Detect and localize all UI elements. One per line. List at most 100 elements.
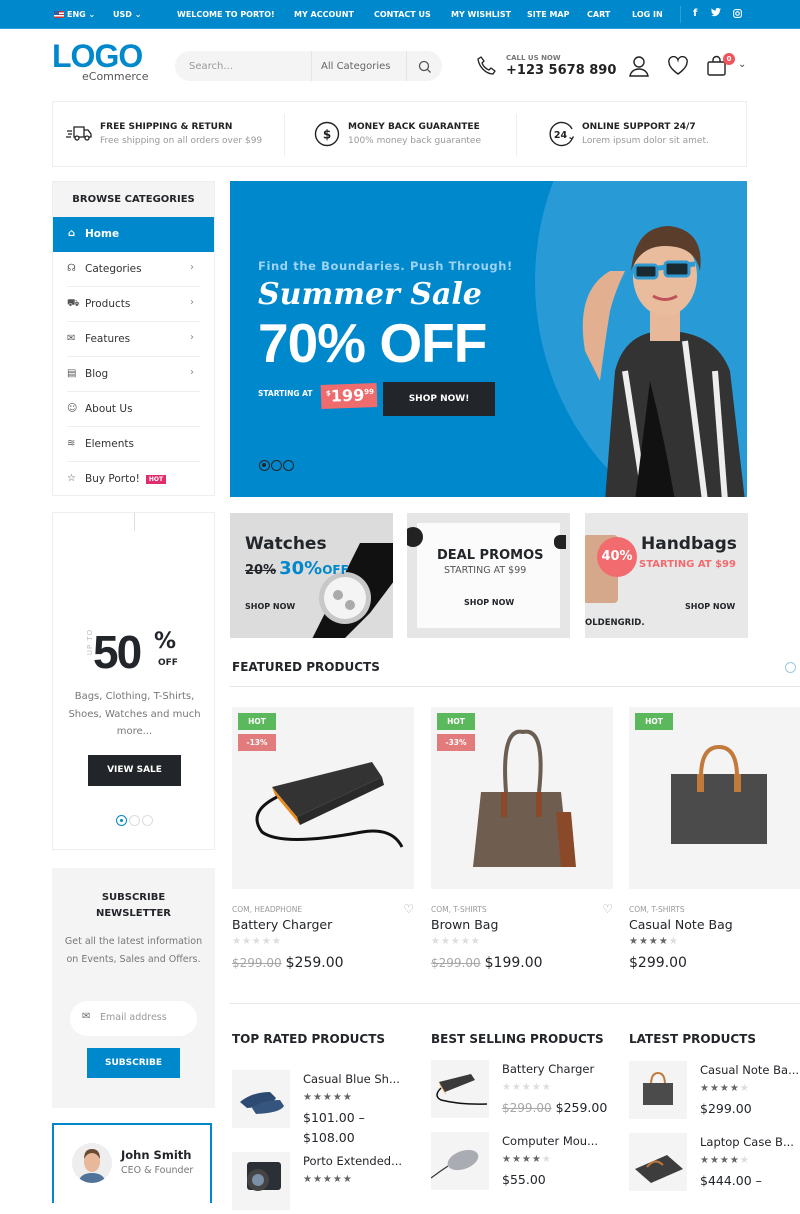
product-card[interactable]: HOT -13% COM, HEADPHONE ♡ Battery Charge… <box>232 707 414 971</box>
shop-now-button[interactable]: SHOP NOW! <box>383 382 495 416</box>
list-item[interactable]: Battery Charger ★★★★★ $299.00 $259.00 <box>431 1060 611 1122</box>
category-item-elements[interactable]: ≋ Elements <box>67 427 200 462</box>
product-name[interactable]: Casual Note Bag <box>629 917 733 932</box>
categories-title: BROWSE CATEGORIES <box>53 182 214 217</box>
search-category-select[interactable]: All Categories <box>311 51 407 81</box>
slider-dot-2[interactable] <box>271 460 282 471</box>
list-item[interactable]: Casual Blue Sh... ★★★★★ $101.00 – $108.0… <box>232 1070 412 1145</box>
email-field[interactable]: ✉ Email address <box>70 1001 197 1036</box>
language-selector[interactable]: ENG ⌄ <box>54 10 95 19</box>
slider-dot-1[interactable] <box>259 460 270 471</box>
product-thumb[interactable] <box>629 1133 687 1191</box>
currency-selector[interactable]: USD ⌄ <box>113 10 141 19</box>
hot-label: HOT <box>635 713 673 730</box>
product-card[interactable]: HOT -33% COM, T-SHIRTS ♡ Brown Bag ★★★★★… <box>431 707 613 971</box>
promo-divider <box>134 513 135 531</box>
product-rating: ★★★★★ <box>303 1174 353 1185</box>
newsletter-title: SUBSCRIBE NEWSLETTER <box>95 892 172 919</box>
promo-description: Bags, Clothing, T-Shirts, Shoes, Watches… <box>68 691 201 737</box>
product-card[interactable]: HOT COM, T-SHIRTS ♡ Casual Note Bag ★★★★… <box>629 707 800 971</box>
category-item-blog[interactable]: ▤ Blog › <box>67 357 200 392</box>
product-category[interactable]: COM, T-SHIRTS <box>629 905 685 914</box>
view-sale-button[interactable]: VIEW SALE <box>88 755 181 786</box>
banner-shop-now[interactable]: SHOP NOW <box>685 602 735 611</box>
welcome-text: WELCOME TO PORTO! <box>177 10 275 19</box>
twitter-icon[interactable] <box>711 7 721 19</box>
logo-sub: eCommerce <box>82 70 149 83</box>
product-image[interactable]: HOT -33% <box>431 707 613 889</box>
product-category[interactable]: COM, HEADPHONE <box>232 905 302 914</box>
product-thumb[interactable] <box>232 1152 290 1210</box>
product-name[interactable]: Laptop Case B... <box>700 1135 794 1149</box>
product-name[interactable]: Battery Charger <box>502 1062 594 1076</box>
product-thumb[interactable] <box>430 1132 489 1190</box>
envelope-icon: ✉ <box>67 333 76 344</box>
banner-shop-now[interactable]: SHOP NOW <box>245 602 295 611</box>
list-item[interactable]: Laptop Case B... ★★★★★ $444.00 – <box>629 1133 800 1195</box>
newsletter-description: Get all the latest information on Events… <box>64 936 203 965</box>
hot-badge: HOT <box>145 474 167 484</box>
hero-slider[interactable]: Find the Boundaries. Push Through! Summe… <box>230 181 747 497</box>
product-price: $299.00 <box>629 955 687 971</box>
list-item[interactable]: Porto Extended... ★★★★★ <box>232 1152 412 1214</box>
product-thumb[interactable] <box>232 1070 290 1128</box>
product-image[interactable]: HOT -13% <box>232 707 414 889</box>
promo-dot-3[interactable] <box>142 815 153 826</box>
chevron-right-icon: › <box>190 332 194 343</box>
my-account-link[interactable]: MY ACCOUNT <box>294 10 354 19</box>
product-name[interactable]: Casual Blue Sh... <box>303 1072 400 1086</box>
banner-watches[interactable]: Watches 20% 30%OFF SHOP NOW <box>230 513 393 638</box>
banner-shop-now[interactable]: SHOP NOW <box>464 598 514 607</box>
user-icon[interactable] <box>628 55 650 81</box>
category-item-about-us[interactable]: ☺ About Us <box>67 392 200 427</box>
contact-us-link[interactable]: CONTACT US <box>374 10 431 19</box>
cart-dropdown-chevron-icon[interactable]: ⌄ <box>738 59 746 70</box>
promo-dot-2[interactable] <box>129 815 140 826</box>
list-item[interactable]: Casual Note Ba... ★★★★★ $299.00 <box>629 1061 800 1123</box>
site-map-link[interactable]: SITE MAP <box>527 10 569 19</box>
search-bar: Search... All Categories <box>175 51 442 81</box>
section-divider <box>230 1003 800 1004</box>
product-name[interactable]: Porto Extended... <box>303 1154 402 1168</box>
product-category[interactable]: COM, T-SHIRTS <box>431 905 487 914</box>
slider-dot-3[interactable] <box>283 460 294 471</box>
promo-percent: % <box>154 629 177 654</box>
category-item-buy-porto[interactable]: ☆ Buy Porto! HOT <box>67 462 200 497</box>
banner-handbags[interactable]: 40% Handbags STARTING AT $99 SHOP NOW OL… <box>585 513 748 638</box>
product-rating: ★★★★★ <box>629 936 679 947</box>
cart-link[interactable]: CART <box>587 10 610 19</box>
hot-label: HOT <box>437 713 475 730</box>
phone-icon <box>476 55 498 81</box>
product-rating: ★★★★★ <box>431 936 481 947</box>
promo-dot-1[interactable] <box>116 815 127 826</box>
wishlist-heart-icon[interactable]: ♡ <box>602 902 613 916</box>
subscribe-button[interactable]: SUBSCRIBE <box>87 1048 180 1078</box>
featured-nav-dot[interactable] <box>785 662 796 673</box>
list-item[interactable]: Computer Mou... ★★★★★ $55.00 <box>430 1132 611 1194</box>
product-name[interactable]: Computer Mou... <box>502 1134 598 1148</box>
category-item-categories[interactable]: ☊ Categories › <box>67 252 200 287</box>
product-thumb[interactable] <box>431 1060 489 1118</box>
latest-products-title: LATEST PRODUCTS <box>629 1032 756 1046</box>
category-item-features[interactable]: ✉ Features › <box>67 322 200 357</box>
logo[interactable]: LOGO eCommerce <box>52 40 149 83</box>
product-name[interactable]: Battery Charger <box>232 917 332 932</box>
instagram-icon[interactable] <box>733 9 742 20</box>
product-name[interactable]: Casual Note Ba... <box>700 1063 799 1077</box>
category-item-products[interactable]: ⛟ Products › <box>67 287 200 322</box>
banner-deal-promos[interactable]: DEAL PROMOS STARTING AT $99 SHOP NOW <box>407 513 570 638</box>
my-wishlist-link[interactable]: MY WISHLIST <box>451 10 511 19</box>
product-price: $299.00 $199.00 <box>431 955 543 971</box>
wishlist-heart-icon[interactable] <box>667 55 689 80</box>
sale-label: -13% <box>238 734 276 751</box>
log-in-link[interactable]: LOG IN <box>632 10 663 19</box>
search-icon[interactable] <box>418 59 432 78</box>
category-item-home[interactable]: ⌂ Home <box>53 217 214 252</box>
facebook-icon[interactable]: f <box>693 8 697 19</box>
search-input[interactable]: Search... <box>189 61 233 72</box>
product-name[interactable]: Brown Bag <box>431 917 498 932</box>
phone-number[interactable]: +123 5678 890 <box>506 63 616 78</box>
product-image[interactable]: HOT <box>629 707 800 889</box>
product-thumb[interactable] <box>629 1061 687 1119</box>
wishlist-heart-icon[interactable]: ♡ <box>403 902 414 916</box>
